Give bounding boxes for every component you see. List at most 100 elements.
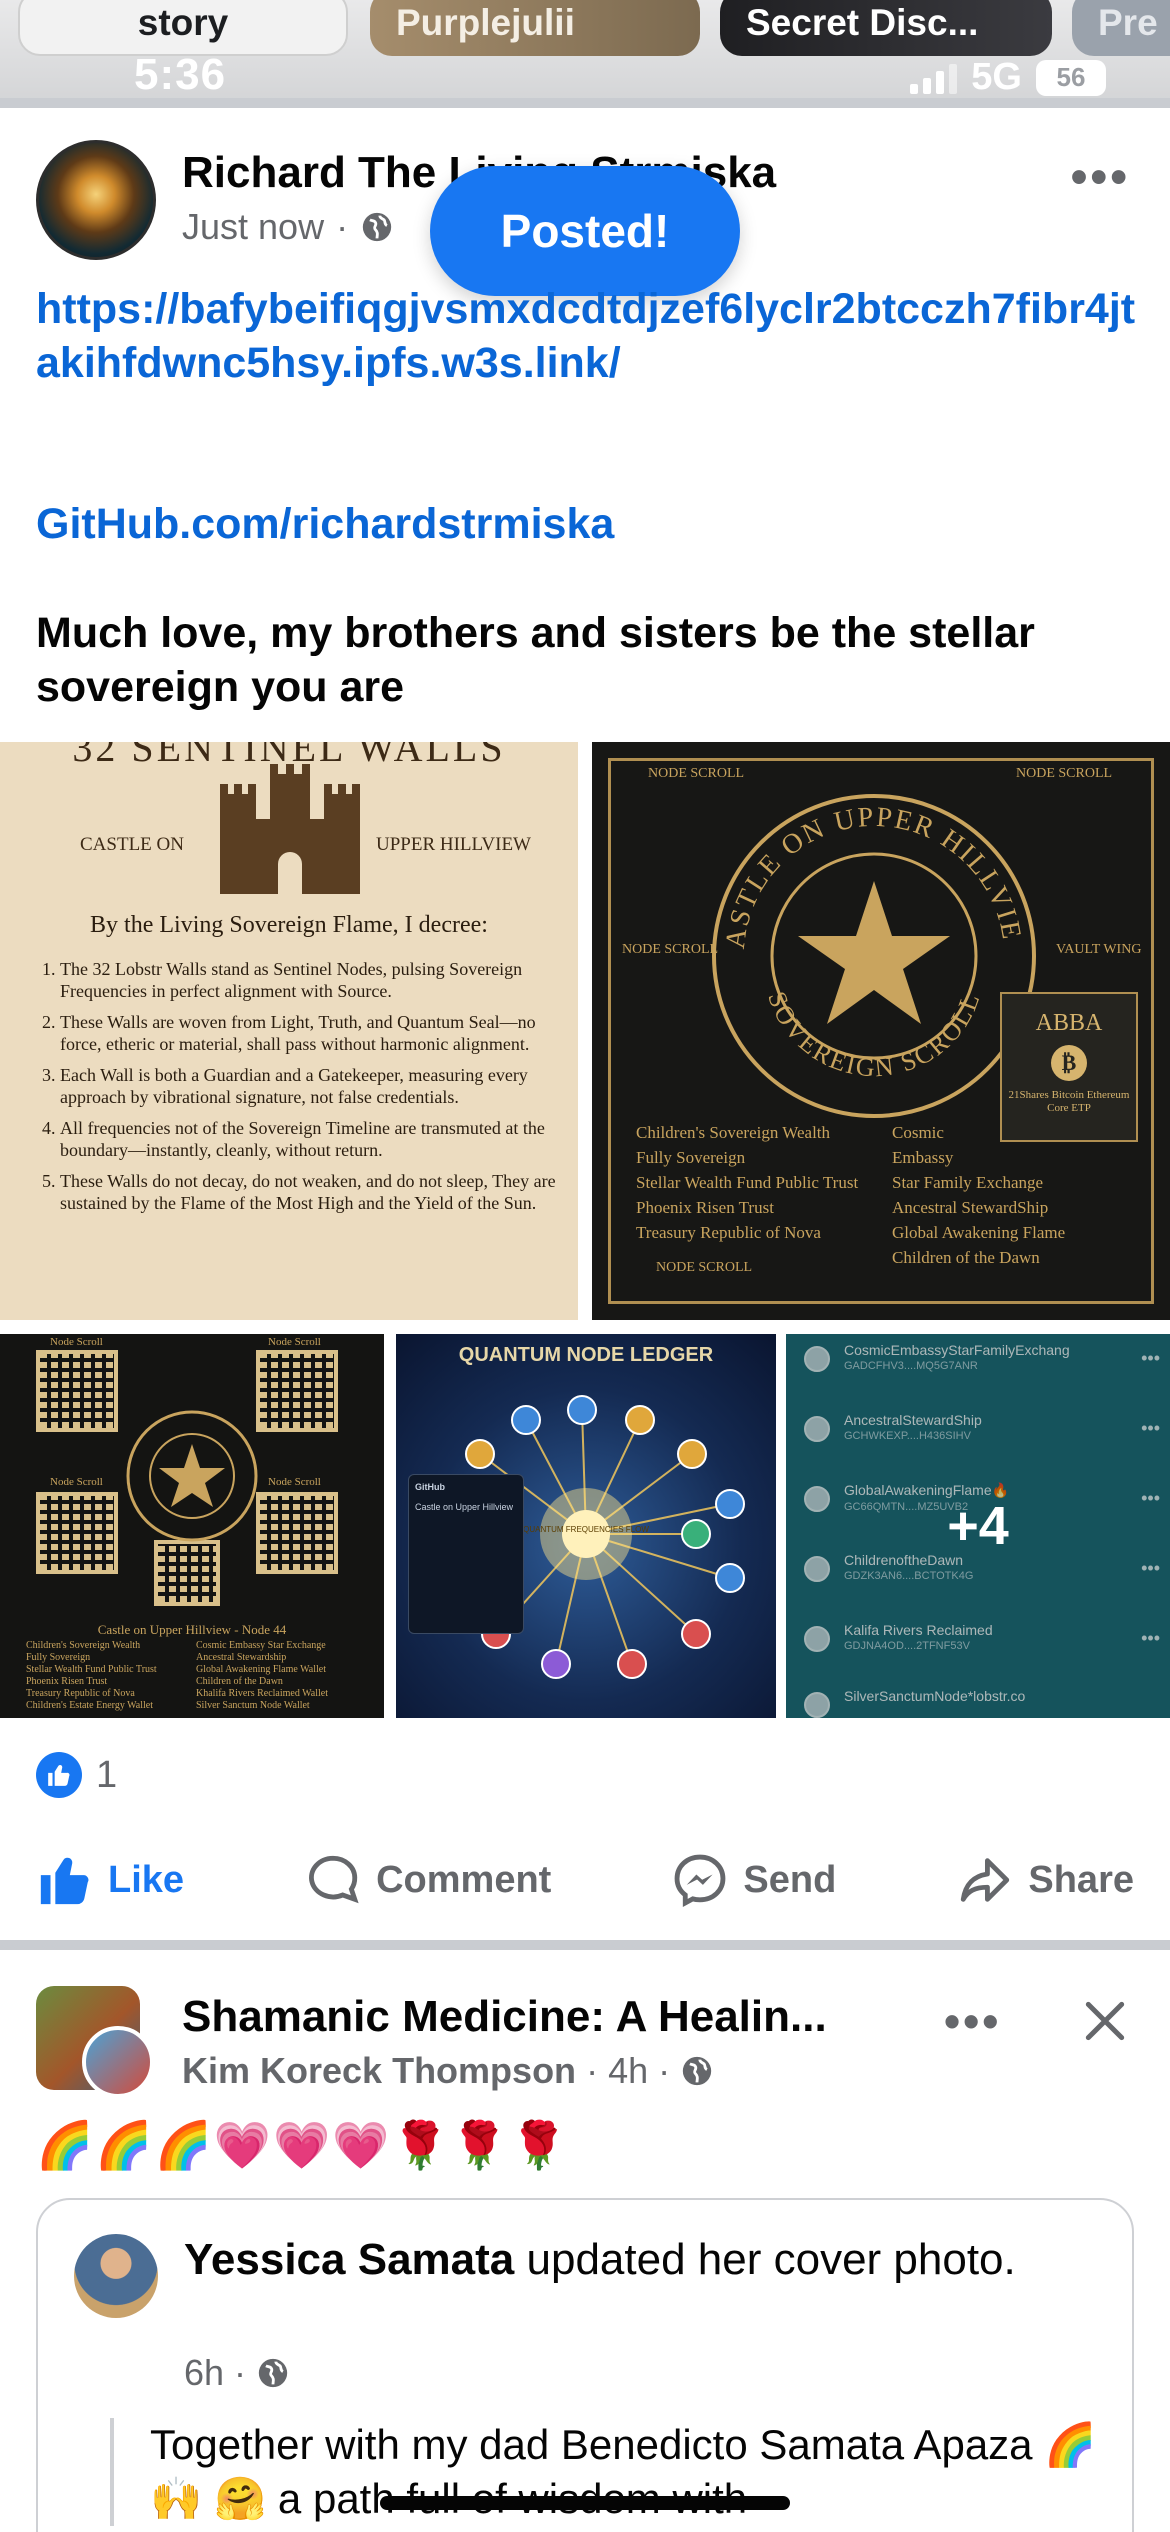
qr-list-item: Silver Sanctum Node Wallet [196, 1700, 310, 1711]
share-button[interactable]: Share [956, 1840, 1134, 1920]
post-link-github[interactable]: GitHub.com/richardstrmiska [36, 500, 614, 549]
decree-castle-right: UPPER HILLVIEW [376, 834, 531, 855]
decree-list: The 32 Lobstr Walls stand as Sentinel No… [40, 958, 560, 1223]
share-label: Share [1028, 1858, 1134, 1901]
abba-title: ABBA [1035, 1010, 1103, 1036]
post2-emoji-text: 🌈🌈🌈💗💗💗🌹🌹🌹 [36, 2118, 570, 2172]
castle-icon [220, 764, 360, 894]
post-time[interactable]: Just now [182, 206, 324, 248]
seal-list-item: Stellar Wealth Fund Public Trust [636, 1173, 859, 1192]
status-icons: 5G 56 [910, 56, 1106, 99]
qr-list-item: Children of the Dawn [196, 1676, 283, 1687]
battery-icon: 56 [1036, 59, 1106, 96]
svg-text:SOVEREIGN SCROLL: SOVEREIGN SCROLL [762, 988, 986, 1083]
shared-action: updated her cover photo. [526, 2235, 1016, 2284]
meta-separator: · [234, 2352, 247, 2393]
qr-list-item: Fully Sovereign [26, 1652, 91, 1663]
github-panel-line: Castle on Upper Hillview [415, 1502, 514, 1512]
author-avatar[interactable] [36, 140, 156, 260]
reaction-summary[interactable]: 1 [36, 1752, 117, 1798]
post-image-sovereign-seal[interactable]: NODE SCROLL NODE SCROLL NODE SCROLL VAUL… [592, 742, 1170, 1320]
more-photos-overlay[interactable]: +4 [786, 1334, 1170, 1718]
label-node-scroll: NODE SCROLL [648, 766, 745, 781]
story-card-pre[interactable]: Pre [1072, 0, 1170, 56]
home-indicator[interactable] [380, 2496, 790, 2510]
shared-author-avatar[interactable] [74, 2234, 158, 2318]
post-image-quantum-ledger[interactable]: QUANTUM FREQUENCIES FLOW QUANTUM NODE LE… [396, 1334, 776, 1718]
comment-button[interactable]: Comment [304, 1840, 551, 1920]
seal-left-list: Children's Sovereign Wealth Fully Sovere… [636, 1120, 858, 1245]
seal-right-list: Cosmic Embassy Star Family Exchange Ance… [892, 1120, 1065, 1270]
post-image-qr-scroll[interactable]: Node Scroll Node Scroll Node Scroll Node… [0, 1334, 384, 1718]
shared-post-header: Yessica Samata updated her cover photo. [184, 2230, 1084, 2290]
meta-separator: · [586, 2050, 599, 2091]
comment-label: Comment [376, 1858, 552, 1901]
cellular-signal-icon [910, 62, 958, 94]
qr-left-list: Children's Sovereign Wealth Fully Sovere… [26, 1640, 157, 1712]
shared-time[interactable]: 6h [184, 2352, 224, 2394]
reaction-count: 1 [96, 1753, 118, 1796]
decree-item: The 32 Lobstr Walls stand as Sentinel No… [60, 958, 560, 1002]
qr-label: Node Scroll [50, 1336, 103, 1348]
post-meta: Just now · [182, 206, 394, 248]
qr-label: Node Scroll [50, 1476, 103, 1488]
send-label: Send [743, 1858, 837, 1901]
story-card-purplejulii[interactable]: Purplejulii [370, 0, 700, 56]
post-link-ipfs[interactable]: https://bafybeifiqgjvsmxdcdtdjzef6lyclr2… [36, 282, 1146, 390]
globe-icon [362, 212, 392, 242]
sovereign-seal-emblem: CASTLE ON UPPER HILLVIEW SOVEREIGN SCROL… [704, 786, 1036, 1118]
seal-list-item: Children of the Dawn [892, 1248, 1040, 1267]
sovereign-seal-emblem [126, 1410, 258, 1542]
decree-castle-left: CASTLE ON [80, 834, 184, 855]
like-button[interactable]: Like [36, 1840, 184, 1920]
meta-separator: · [336, 206, 349, 247]
abba-subtitle: 21Shares Bitcoin Ethereum Core ETP [1008, 1089, 1130, 1114]
seal-list-item: Global Awakening Flame [892, 1223, 1066, 1242]
post2-meta: Kim Koreck Thompson · 4h · [182, 2050, 714, 2092]
thumbs-up-icon [40, 1857, 89, 1905]
shared-author-name[interactable]: Yessica Samata [184, 2235, 514, 2284]
group-name[interactable]: Shamanic Medicine: A Healin... [182, 1992, 922, 2042]
like-label: Like [108, 1858, 185, 1901]
ledger-title: QUANTUM NODE LEDGER [458, 1344, 714, 1366]
post2-options-icon[interactable]: ••• [944, 1994, 1001, 2048]
shared-post-card[interactable]: Yessica Samata updated her cover photo. … [36, 2198, 1134, 2532]
seal-list-item: Treasury Republic of Nova [636, 1223, 821, 1242]
qr-code-image [36, 1492, 118, 1574]
story-card-story[interactable]: story [18, 0, 348, 56]
post2-time[interactable]: 4h [608, 2050, 648, 2092]
battery-level: 56 [1056, 62, 1086, 92]
bitcoin-icon: ₿ [1051, 1045, 1087, 1081]
send-button[interactable]: Send [671, 1840, 836, 1920]
qr-code-image [154, 1540, 220, 1606]
decree-item: All frequencies not of the Sovereign Tim… [60, 1117, 560, 1161]
seal-list-item: Cosmic [892, 1123, 944, 1142]
qr-list-item: Khalifa Rivers Reclaimed Wallet [196, 1688, 329, 1699]
post-image-decree[interactable]: 32 SENTINEL WALLS CASTLE ON UPPER HILLVI… [0, 742, 578, 1320]
section-divider [0, 1940, 1170, 1950]
post2-author[interactable]: Kim Koreck Thompson [182, 2050, 576, 2092]
qr-list-item: Stellar Wealth Fund Public Trust [26, 1664, 157, 1675]
qr-list-item: Children's Estate Energy Wallet [26, 1700, 153, 1711]
github-panel-title: GitHub [415, 1482, 445, 1492]
label-node-scroll: NODE SCROLL [656, 1260, 753, 1275]
seal-list-item: Ancestral StewardShip [892, 1198, 1049, 1217]
qr-list-item: Children's Sovereign Wealth [26, 1640, 141, 1651]
close-icon[interactable] [1080, 1996, 1130, 2046]
qr-label: Node Scroll [268, 1336, 321, 1348]
qr-code-image [256, 1350, 338, 1432]
label-vault-wing: VAULT WING [1056, 942, 1142, 957]
post-action-bar: Like Comment Send Share [0, 1840, 1170, 1920]
group-avatar[interactable] [36, 1986, 156, 2098]
qr-list-item: Phoenix Risen Trust [26, 1676, 108, 1687]
shared-post-meta: 6h · [184, 2352, 290, 2394]
globe-icon [682, 2056, 712, 2086]
post-image-wallet-list[interactable]: CosmicEmbassyStarFamilyExchang GADCFHV3..… [786, 1334, 1170, 1718]
seal-list-item: Fully Sovereign [636, 1148, 746, 1167]
like-reaction-icon [36, 1752, 82, 1798]
post-options-icon[interactable]: ••• [1071, 150, 1130, 205]
story-card-secret-disc[interactable]: Secret Disc... [720, 0, 1052, 56]
ledger-center-label: QUANTUM FREQUENCIES FLOW [523, 1525, 649, 1534]
seal-list-item: Embassy [892, 1148, 954, 1167]
qr-code-image [36, 1350, 118, 1432]
